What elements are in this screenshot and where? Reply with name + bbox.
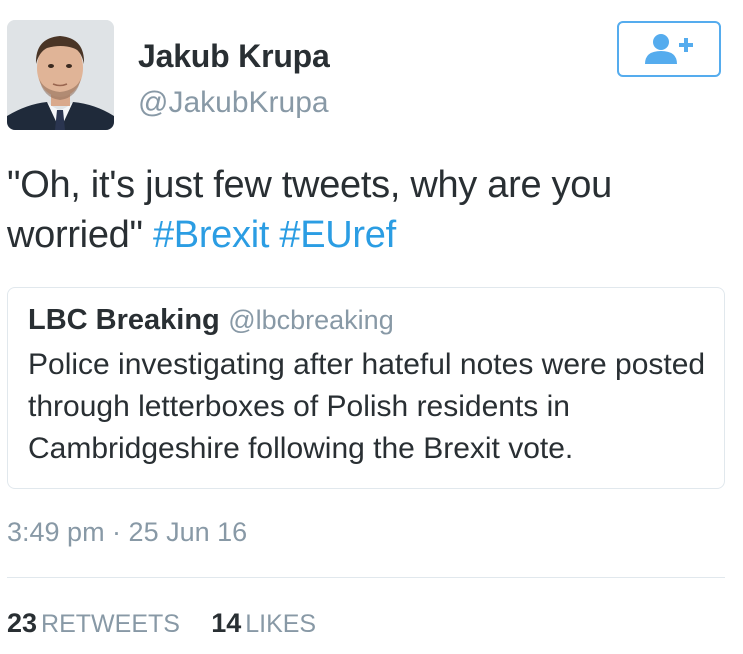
author-name[interactable]: Jakub Krupa <box>138 38 330 75</box>
tweet-text: "Oh, it's just few tweets, why are you w… <box>7 160 727 260</box>
divider <box>7 577 725 578</box>
quoted-tweet-text: Police investigating after hateful notes… <box>28 348 706 465</box>
hashtag-brexit[interactable]: #Brexit <box>153 214 269 256</box>
follow-user-plus-icon <box>645 34 693 64</box>
likes-count: 14 <box>211 608 242 638</box>
retweets-stat[interactable]: 23 RETWEETS <box>7 608 180 639</box>
retweets-count: 23 <box>7 608 38 638</box>
author-handle[interactable]: @JakubKrupa <box>138 86 329 120</box>
quoted-tweet-card[interactable]: LBC Breaking @lbcbreaking Police investi… <box>7 287 725 489</box>
likes-stat[interactable]: 14 LIKES <box>211 608 316 639</box>
quoted-tweet-header: LBC Breaking @lbcbreaking <box>28 304 394 337</box>
tweet-timestamp[interactable]: 3:49 pm · 25 Jun 16 <box>7 517 247 548</box>
profile-photo <box>7 20 114 130</box>
tweet-stats: 23 RETWEETS 14 LIKES <box>7 608 316 639</box>
likes-label: LIKES <box>245 610 317 638</box>
hashtag-euref[interactable]: #EUref <box>279 214 396 256</box>
follow-button[interactable] <box>617 21 721 77</box>
quoted-author-handle: @lbcbreaking <box>228 305 394 335</box>
avatar[interactable] <box>7 20 114 130</box>
retweets-label: RETWEETS <box>41 610 180 638</box>
quoted-author-name: LBC Breaking <box>28 304 220 336</box>
